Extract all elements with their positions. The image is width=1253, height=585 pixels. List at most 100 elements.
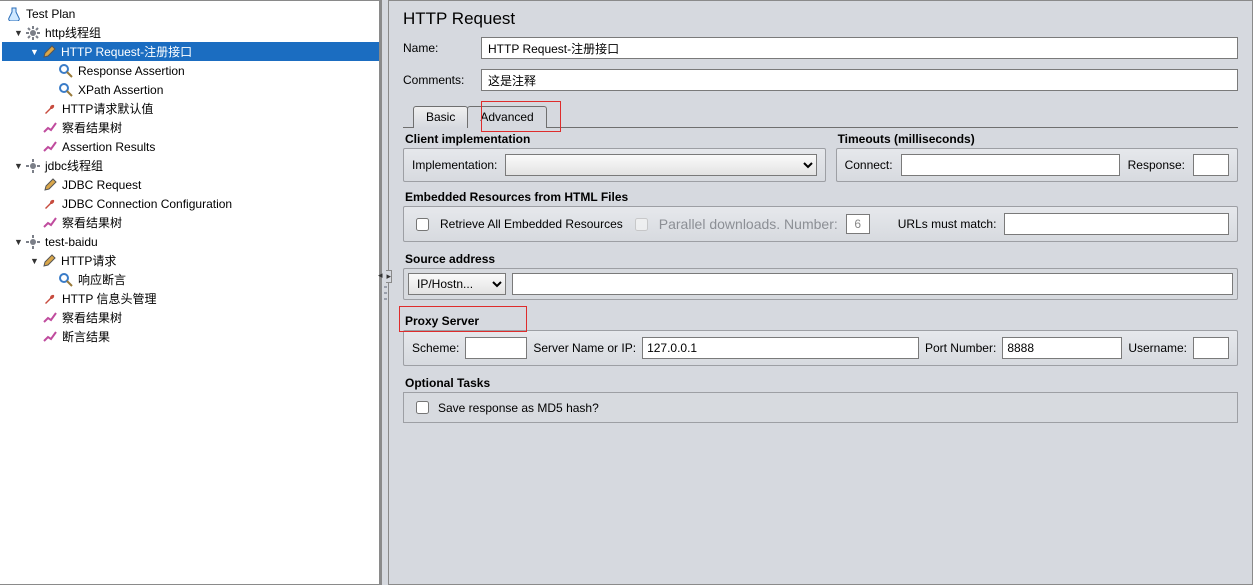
response-input[interactable] — [1193, 154, 1229, 176]
tree-label: HTTP请求默认值 — [62, 100, 153, 117]
tree-label: 察看结果树 — [62, 119, 122, 136]
impl-label: Implementation: — [412, 158, 497, 172]
retrieve-embedded-label: Retrieve All Embedded Resources — [440, 217, 623, 231]
tree-item-response-assertion[interactable]: Response Assertion — [2, 61, 380, 80]
section-title-optional: Optional Tasks — [403, 372, 1238, 392]
tree-item-view-results-tree-2[interactable]: 察看结果树 — [2, 213, 380, 232]
collapse-right-icon[interactable]: ▸ — [386, 270, 392, 283]
caret-down-icon[interactable]: ▼ — [14, 28, 23, 38]
section-title-proxy: Proxy Server — [403, 310, 1238, 330]
parallel-downloads-label: Parallel downloads. Number: — [659, 216, 838, 232]
tree-item-http-request[interactable]: ▼ HTTP Request-注册接口 — [2, 42, 380, 61]
caret-down-icon[interactable]: ▼ — [30, 256, 39, 266]
tree-item-jdbc-threadgroup[interactable]: ▼ jdbc线程组 — [2, 156, 380, 175]
urls-match-input[interactable] — [1004, 213, 1229, 235]
trend-icon — [42, 329, 58, 345]
magnifier-icon — [58, 82, 74, 98]
wrench-icon — [42, 101, 58, 117]
right-panel: HTTP Request Name: Comments: Basic Advan… — [389, 0, 1253, 585]
retrieve-embedded-checkbox[interactable] — [416, 218, 429, 231]
tree-item-assertion-results[interactable]: Assertion Results — [2, 137, 380, 156]
splitter[interactable]: ◂ ▸ — [381, 0, 389, 585]
trend-icon — [42, 120, 58, 136]
magnifier-icon — [58, 272, 74, 288]
tree-item-assertion-results-2[interactable]: 断言结果 — [2, 327, 380, 346]
gear-icon — [25, 234, 41, 250]
tree-label: http线程组 — [45, 24, 101, 41]
tree-label: 察看结果树 — [62, 309, 122, 326]
urls-match-label: URLs must match: — [898, 217, 997, 231]
tree-item-jdbc-request[interactable]: JDBC Request — [2, 175, 380, 194]
section-title-source: Source address — [403, 248, 1238, 268]
source-type-select[interactable]: IP/Hostn... — [408, 273, 506, 295]
tree-label: JDBC Request — [62, 178, 141, 192]
tree-label: HTTP 信息头管理 — [62, 290, 156, 307]
trend-icon — [42, 215, 58, 231]
scheme-label: Scheme: — [412, 341, 459, 355]
tree-label: Test Plan — [26, 7, 75, 21]
tree-label: Response Assertion — [78, 64, 185, 78]
tree-item-http-threadgroup[interactable]: ▼ http线程组 — [2, 23, 380, 42]
magnifier-icon — [58, 63, 74, 79]
server-input[interactable] — [642, 337, 919, 359]
collapse-left-icon[interactable]: ◂ — [378, 270, 383, 281]
tree-item-testplan[interactable]: Test Plan — [2, 4, 380, 23]
tree-label: XPath Assertion — [78, 83, 163, 97]
flask-icon — [6, 6, 22, 22]
scheme-input[interactable] — [465, 337, 527, 359]
trend-icon — [42, 139, 58, 155]
comments-input[interactable] — [481, 69, 1238, 91]
tree-item-view-results-tree[interactable]: 察看结果树 — [2, 118, 380, 137]
tree-label: 察看结果树 — [62, 214, 122, 231]
server-label: Server Name or IP: — [533, 341, 636, 355]
gear-icon — [25, 25, 41, 41]
tree-item-view-results-tree-3[interactable]: 察看结果树 — [2, 308, 380, 327]
name-input[interactable] — [481, 37, 1238, 59]
tab-basic[interactable]: Basic — [413, 106, 468, 128]
name-label: Name: — [403, 41, 481, 55]
tree-label: HTTP请求 — [61, 252, 116, 269]
section-title-embedded: Embedded Resources from HTML Files — [403, 186, 1238, 206]
tree-label: test-baidu — [45, 235, 98, 249]
gear-icon — [25, 158, 41, 174]
tree-item-resp-assertion-2[interactable]: 响应断言 — [2, 270, 380, 289]
caret-down-icon[interactable]: ▼ — [14, 161, 23, 171]
md5-checkbox[interactable] — [416, 401, 429, 414]
parallel-downloads-checkbox — [635, 218, 648, 231]
tree-item-header-manager[interactable]: HTTP 信息头管理 — [2, 289, 380, 308]
tree-item-xpath-assertion[interactable]: XPath Assertion — [2, 80, 380, 99]
trend-icon — [42, 310, 58, 326]
wrench-icon — [42, 291, 58, 307]
tree-label: 断言结果 — [62, 328, 110, 345]
tree-item-http-request-2[interactable]: ▼ HTTP请求 — [2, 251, 380, 270]
tree-label: 响应断言 — [78, 271, 126, 288]
tree-panel[interactable]: Test Plan ▼ http线程组 ▼ HTTP Request-注册接口 — [0, 0, 381, 585]
section-title-timeouts: Timeouts (milliseconds) — [836, 128, 1238, 148]
section-title-client-impl: Client implementation — [403, 128, 826, 148]
comments-label: Comments: — [403, 73, 481, 87]
panel-title: HTTP Request — [403, 9, 1238, 29]
connect-label: Connect: — [845, 158, 893, 172]
tab-bar: Basic Advanced — [403, 103, 1238, 128]
response-label: Response: — [1128, 158, 1185, 172]
username-input[interactable] — [1193, 337, 1229, 359]
pencil-icon — [41, 253, 57, 269]
tree-item-test-baidu[interactable]: ▼ test-baidu — [2, 232, 380, 251]
caret-down-icon[interactable]: ▼ — [30, 47, 39, 57]
parallel-number: 6 — [846, 214, 870, 234]
connect-input[interactable] — [901, 154, 1120, 176]
pencil-icon — [42, 177, 58, 193]
source-address-input[interactable] — [512, 273, 1233, 295]
tree-item-jdbc-conn-config[interactable]: JDBC Connection Configuration — [2, 194, 380, 213]
username-label: Username: — [1128, 341, 1187, 355]
wrench-icon — [42, 196, 58, 212]
port-input[interactable] — [1002, 337, 1122, 359]
caret-down-icon[interactable]: ▼ — [14, 237, 23, 247]
pencil-icon — [41, 44, 57, 60]
tab-advanced[interactable]: Advanced — [467, 106, 546, 128]
impl-select[interactable] — [505, 154, 816, 176]
tree-item-http-defaults[interactable]: HTTP请求默认值 — [2, 99, 380, 118]
md5-label: Save response as MD5 hash? — [438, 401, 599, 415]
tree-label: JDBC Connection Configuration — [62, 197, 232, 211]
tree-label: Assertion Results — [62, 140, 155, 154]
